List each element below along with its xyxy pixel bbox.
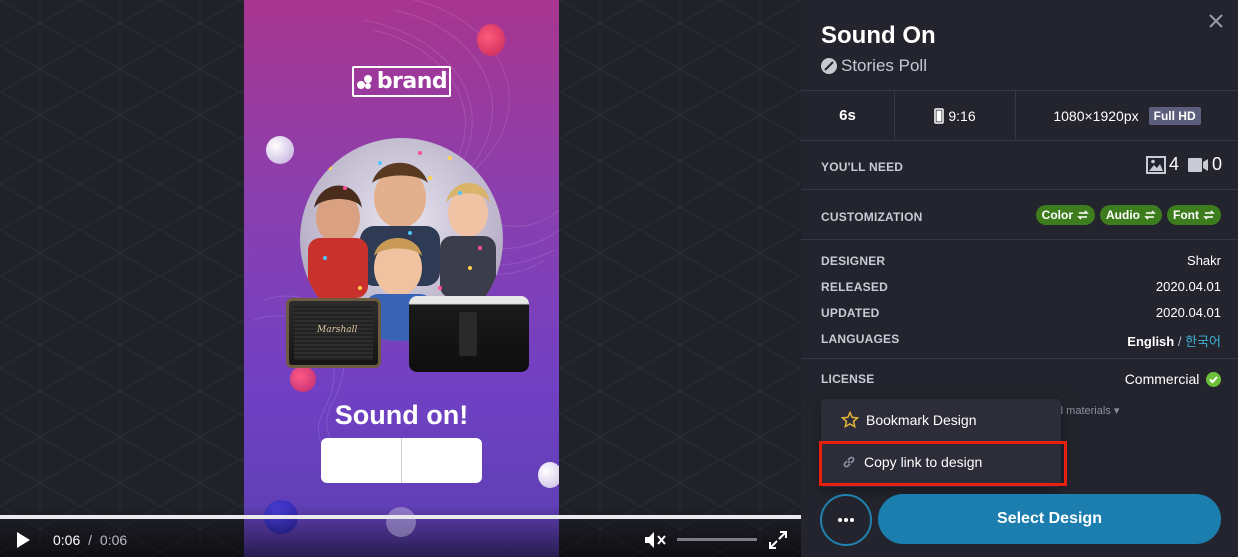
chip-label: Font bbox=[1173, 208, 1199, 222]
star-icon bbox=[841, 411, 859, 429]
story-headline: Sound on! bbox=[334, 400, 469, 430]
fullscreen-icon bbox=[769, 531, 787, 549]
chip-label: Audio bbox=[1106, 208, 1140, 222]
decor-bubble bbox=[290, 366, 316, 392]
highlight-annotation bbox=[819, 441, 1067, 486]
more-options-button[interactable] bbox=[820, 494, 872, 546]
materials-dropdown[interactable]: d materials ▾ bbox=[1057, 404, 1119, 417]
divider bbox=[801, 140, 1238, 141]
player-controls: 0:06 / 0:06 bbox=[0, 505, 801, 557]
decor-bubble bbox=[477, 24, 505, 56]
design-preview-modal: brand Marshall Sound on! 0:06 / 0:06 Sou… bbox=[0, 0, 1238, 557]
fullscreen-button[interactable] bbox=[768, 530, 788, 550]
close-icon bbox=[1209, 14, 1223, 28]
quality-badge: Full HD bbox=[1148, 106, 1201, 125]
license-type: Commercial bbox=[1124, 371, 1200, 387]
image-icon bbox=[1145, 155, 1166, 174]
chip-label: Color bbox=[1041, 208, 1073, 222]
poll-sticker bbox=[321, 438, 482, 483]
specs-row: 6s 9:16 1080×1920px Full HD bbox=[801, 91, 1238, 140]
spec-duration: 6s bbox=[801, 91, 895, 140]
spec-aspect-ratio: 9:16 bbox=[895, 91, 1016, 140]
videos-needed: 0 bbox=[1187, 154, 1222, 175]
menu-item-bookmark[interactable]: Bookmark Design bbox=[821, 400, 1061, 440]
divider bbox=[801, 358, 1238, 359]
spec-resolution: 1080×1920px Full HD bbox=[1016, 91, 1238, 140]
play-button[interactable] bbox=[14, 531, 32, 549]
language-korean[interactable]: 한국어 bbox=[1185, 334, 1221, 349]
time-separator: / bbox=[88, 532, 93, 548]
brand-logo: brand bbox=[352, 66, 451, 97]
decor-bubble bbox=[266, 136, 294, 164]
check-circle-icon bbox=[1206, 372, 1221, 387]
swap-icon bbox=[1144, 210, 1156, 220]
phone-portrait-icon bbox=[934, 107, 945, 124]
swap-icon bbox=[1077, 210, 1089, 220]
progress-handle[interactable] bbox=[386, 507, 416, 537]
play-icon bbox=[17, 532, 30, 548]
speaker-product-right bbox=[409, 296, 529, 372]
total-duration: 0:06 bbox=[99, 532, 128, 548]
customization-label: CUSTOMIZATION bbox=[821, 210, 923, 224]
needs-counts: 4 0 bbox=[1145, 154, 1222, 175]
brand-text: brand bbox=[376, 69, 448, 94]
images-count: 4 bbox=[1168, 154, 1179, 174]
poll-option-left bbox=[321, 438, 401, 483]
resolution-value: 1080×1920px bbox=[1053, 107, 1139, 124]
license-value: Commercial bbox=[1125, 371, 1221, 387]
updated-value: 2020.04.01 bbox=[1155, 305, 1221, 320]
video-player[interactable]: brand Marshall Sound on! 0:06 / 0:06 bbox=[0, 0, 801, 557]
decor-bubble bbox=[538, 462, 559, 488]
close-button[interactable] bbox=[1208, 13, 1224, 29]
category-icon bbox=[821, 58, 837, 74]
current-time: 0:06 bbox=[53, 532, 81, 548]
languages-value: English / 한국어 bbox=[1127, 331, 1221, 350]
speaker-brand-script: Marshall bbox=[317, 325, 358, 335]
released-label: RELEASED bbox=[821, 280, 888, 294]
aspect-ratio-value: 9:16 bbox=[948, 107, 976, 124]
design-category-label: Stories Poll bbox=[841, 56, 927, 75]
divider bbox=[801, 239, 1238, 240]
videos-count: 0 bbox=[1211, 154, 1222, 174]
language-separator: / bbox=[1177, 334, 1182, 349]
time-display: 0:06 / 0:06 bbox=[53, 532, 127, 548]
language-english[interactable]: English bbox=[1127, 334, 1174, 349]
design-category[interactable]: Stories Poll bbox=[821, 56, 927, 76]
ellipsis-icon bbox=[838, 518, 854, 522]
select-design-button[interactable]: Select Design bbox=[878, 494, 1221, 544]
images-needed: 4 bbox=[1145, 154, 1179, 175]
design-title: Sound On bbox=[821, 22, 936, 49]
chip-audio: Audio bbox=[1100, 205, 1162, 225]
speaker-product-left: Marshall bbox=[286, 298, 381, 368]
customization-chips: Color Audio Font bbox=[1035, 205, 1221, 225]
updated-label: UPDATED bbox=[821, 306, 880, 320]
speaker-muted-icon bbox=[645, 532, 666, 548]
menu-item-label: Bookmark Design bbox=[866, 412, 977, 428]
mute-button[interactable] bbox=[643, 530, 667, 550]
progress-bar[interactable] bbox=[0, 507, 801, 537]
brand-mark-icon bbox=[356, 73, 374, 91]
license-label: LICENSE bbox=[821, 372, 875, 386]
video-camera-icon bbox=[1187, 157, 1208, 172]
divider bbox=[801, 189, 1238, 190]
released-value: 2020.04.01 bbox=[1155, 279, 1221, 294]
chip-font: Font bbox=[1167, 205, 1221, 225]
languages-label: LANGUAGES bbox=[821, 332, 900, 346]
designer-label: DESIGNER bbox=[821, 254, 886, 268]
needs-label: YOU'LL NEED bbox=[821, 160, 904, 174]
designer-value[interactable]: Shakr bbox=[1187, 253, 1221, 268]
volume-slider[interactable] bbox=[677, 538, 757, 541]
swap-icon bbox=[1203, 210, 1215, 220]
story-preview: brand Marshall Sound on! bbox=[244, 0, 559, 557]
chip-color: Color bbox=[1035, 205, 1095, 225]
poll-option-right bbox=[401, 438, 482, 483]
